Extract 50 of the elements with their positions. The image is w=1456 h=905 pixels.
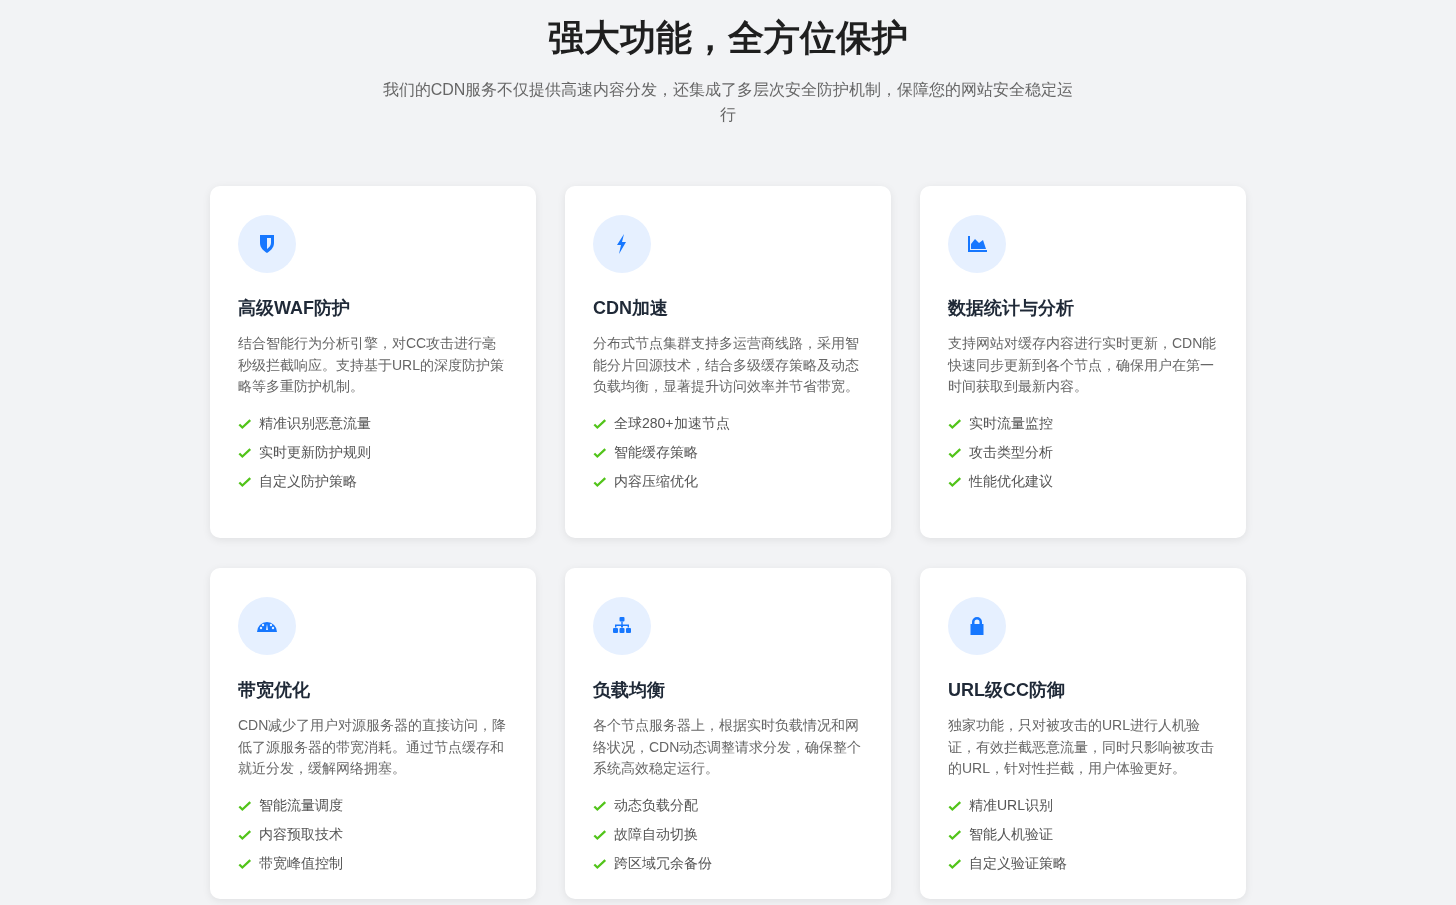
check-icon: [948, 475, 962, 489]
check-icon: [238, 446, 252, 460]
feature-description: 支持网站对缓存内容进行实时更新，CDN能快速同步更新到各个节点，确保用户在第一时间获取到最新内容。: [948, 334, 1218, 396]
feature-description: 结合智能行为分析引擎，对CC攻击进行毫秒级拦截响应。支持基于URL的深度防护策略等多重防护机制。: [238, 334, 505, 396]
feature-point: 故障自动切换: [614, 826, 698, 844]
feature-title: 负载均衡: [593, 679, 666, 702]
feature-point: 攻击类型分析: [969, 444, 1053, 462]
feature-title: CDN加速: [593, 297, 669, 320]
check-icon: [948, 857, 962, 871]
check-icon: [593, 446, 607, 460]
feature-description: 独家功能，只对被攻击的URL进行人机验证，有效拦截恶意流量，同时只影响被攻击的URL，针对性拦截，用户体验更好。: [948, 716, 1215, 778]
section-heading: 强大功能，全方位保护: [548, 16, 908, 60]
check-icon: [238, 857, 252, 871]
feature-point: 精准识别恶意流量: [259, 415, 371, 433]
feature-point: 实时流量监控: [969, 415, 1053, 433]
feature-point: 跨区域冗余备份: [614, 855, 712, 873]
feature-title: URL级CC防御: [948, 679, 1066, 702]
check-icon: [948, 446, 962, 460]
feature-description: CDN减少了用户对源服务器的直接访问，降低了源服务器的带宽消耗。通过节点缓存和就近分发，缓解网络拥塞。: [238, 716, 508, 778]
feature-point: 智能流量调度: [259, 797, 343, 815]
feature-point: 全球280+加速节点: [614, 415, 730, 433]
feature-point: 智能人机验证: [969, 826, 1053, 844]
check-icon: [948, 417, 962, 431]
check-icon: [593, 828, 607, 842]
feature-point: 智能缓存策略: [614, 444, 698, 462]
section-subtitle: 我们的CDN服务不仅提供高速内容分发，还集成了多层次安全防护机制，保障您的网站安全稳定运行: [381, 80, 1075, 125]
feature-point: 自定义防护策略: [259, 473, 357, 491]
feature-point: 性能优化建议: [969, 473, 1053, 491]
check-icon: [238, 828, 252, 842]
feature-description: 分布式节点集群支持多运营商线路，采用智能分片回源技术，结合多级缓存策略及动态负载均衡，显著提升访问效率并节省带宽。: [593, 334, 860, 396]
check-icon: [593, 475, 607, 489]
feature-title: 高级WAF防护: [238, 297, 351, 320]
check-icon: [238, 799, 252, 813]
check-icon: [948, 828, 962, 842]
feature-point: 精准URL识别: [969, 797, 1053, 815]
feature-point: 内容预取技术: [259, 826, 343, 844]
check-icon: [238, 475, 252, 489]
check-icon: [593, 857, 607, 871]
feature-title: 带宽优化: [238, 679, 311, 702]
feature-description: 各个节点服务器上，根据实时负载情况和网络状况，CDN动态调整请求分发，确保整个系统高效稳定运行。: [593, 716, 863, 778]
check-icon: [593, 799, 607, 813]
feature-point: 自定义验证策略: [969, 855, 1067, 873]
feature-point: 实时更新防护规则: [259, 444, 371, 462]
feature-point: 动态负载分配: [614, 797, 698, 815]
check-icon: [593, 417, 607, 431]
check-icon: [948, 799, 962, 813]
feature-point: 内容压缩优化: [614, 473, 698, 491]
check-icon: [238, 417, 252, 431]
feature-title: 数据统计与分析: [948, 297, 1075, 320]
feature-point: 带宽峰值控制: [259, 855, 343, 873]
